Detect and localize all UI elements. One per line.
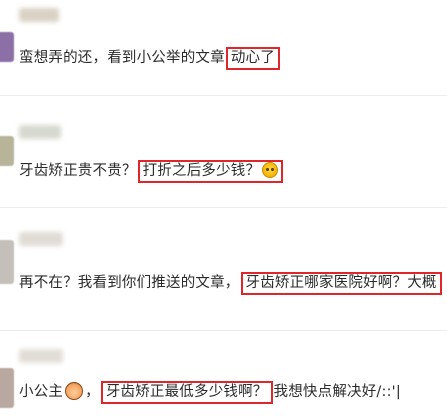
avatar[interactable] (0, 368, 14, 408)
avatar[interactable] (0, 32, 14, 62)
divider (0, 207, 447, 208)
highlighted-phrase: 牙齿矫正哪家医院好啊？大概 (240, 272, 442, 295)
highlighted-phrase: 牙齿矫正最低多少钱啊？ (100, 381, 273, 404)
comment-text: 小公主 ，牙齿矫正最低多少钱啊？ 我想快点解决好/::'| (19, 381, 401, 404)
comment-separator: ， (85, 384, 100, 400)
girl-emoji-icon (65, 382, 84, 400)
comment-text: 牙齿矫正贵不贵？ 打折之后多少钱？ (19, 160, 284, 183)
comment-list: 蛮想弄的还，看到小公举的文章 动心了 牙齿矫正贵不贵？ 打折之后多少钱？ 再不在？我… (0, 0, 447, 420)
comment-text: 再不在？我看到你们推送的文章， 牙齿矫正哪家医院好啊？大概 (19, 272, 443, 295)
comment-text-before: 蛮想弄的还，看到小公举的文章 (19, 50, 225, 66)
avatar[interactable] (0, 240, 14, 284)
divider (0, 95, 447, 96)
divider (0, 330, 447, 331)
username-blurred (19, 232, 63, 246)
comment-text-before: 牙齿矫正贵不贵？ (19, 163, 137, 179)
smiley-emoji-icon (262, 162, 279, 178)
comment-text-after: 我想快点解决好/::'| (273, 384, 401, 400)
highlighted-phrase: 打折之后多少钱？ (137, 160, 284, 183)
comment-text-before: 再不在？我看到你们推送的文章， (19, 275, 240, 291)
username-blurred (19, 349, 63, 363)
comment-text: 蛮想弄的还，看到小公举的文章 动心了 (19, 47, 281, 70)
highlighted-phrase-text: 打折之后多少钱？ (142, 163, 261, 179)
comment-text-before: 小公主 (19, 384, 64, 400)
highlighted-phrase: 动心了 (225, 47, 280, 70)
avatar[interactable] (0, 136, 14, 166)
username-blurred (19, 8, 59, 22)
username-blurred (19, 125, 61, 139)
